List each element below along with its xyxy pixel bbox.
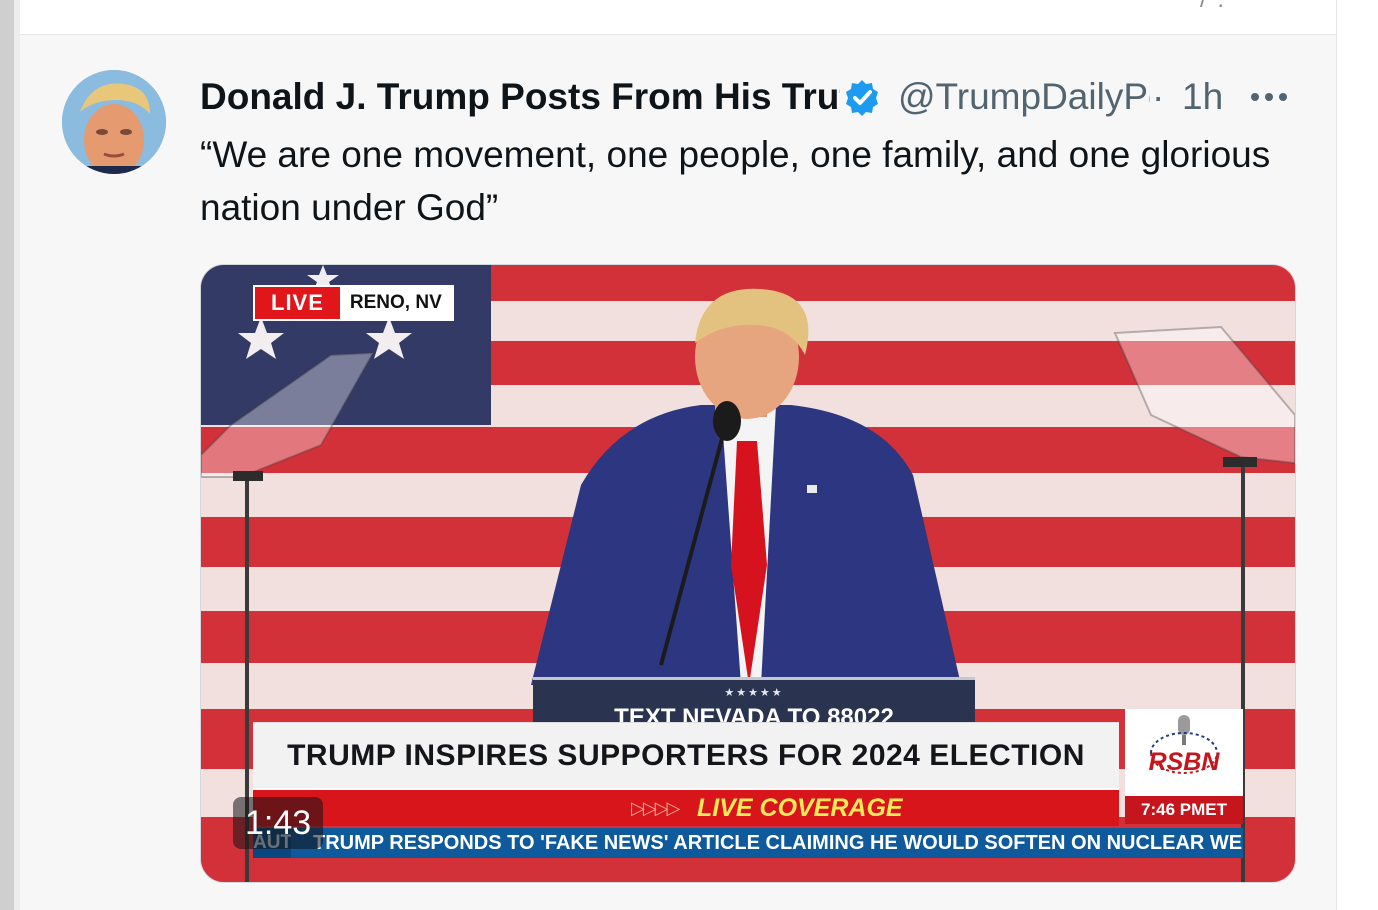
more-horizontal-icon[interactable] — [1246, 84, 1292, 110]
podium-stars: ★★★★★ — [724, 687, 784, 699]
verified-badge-icon[interactable] — [842, 78, 882, 118]
window-left-edge — [0, 0, 14, 910]
live-label: LIVE — [255, 287, 340, 319]
ticker-text: TRUMP RESPONDS TO 'FAKE NEWS' ARTICLE CL… — [313, 832, 1243, 854]
news-headline: TRUMP INSPIRES SUPPORTERS FOR 2024 ELECT… — [287, 739, 1085, 772]
news-ticker: AUT TRUMP RESPONDS TO 'FAKE NEWS' ARTICL… — [253, 828, 1243, 858]
author-display-name[interactable]: Donald J. Trump Posts From His Truth Soc… — [200, 74, 840, 120]
post-timestamp[interactable]: 1h — [1182, 74, 1223, 120]
previous-post-hint: / . — [1200, 0, 1226, 14]
author-avatar[interactable] — [62, 70, 166, 174]
network-name: RSBN — [1148, 748, 1220, 776]
meta-separator: · — [1152, 76, 1165, 117]
news-headline-bar: TRUMP INSPIRES SUPPORTERS FOR 2024 ELECT… — [253, 722, 1119, 789]
previous-post-card[interactable]: / . — [20, 0, 1336, 35]
post-text: “We are one movement, one people, one fa… — [200, 134, 1271, 228]
avatar-portrait-icon — [62, 70, 166, 174]
live-coverage-bar: ▷▷▷▷ LIVE COVERAGE — [253, 788, 1119, 826]
video-player[interactable]: LIVE RENO, NV ★★★★★ TEXT NEVADA TO 88022… — [200, 264, 1296, 883]
broadcast-time: 7:46 PMET — [1125, 796, 1243, 824]
video-duration-badge: 1:43 — [233, 797, 324, 849]
network-logo-box: RSBN 7:46 PMET — [1125, 709, 1243, 824]
live-coverage-label: LIVE COVERAGE — [697, 794, 903, 822]
post-header: Donald J. Trump Posts From His Truth Soc… — [200, 74, 1320, 120]
author-handle[interactable]: @TrumpDailyPosts — [898, 74, 1150, 120]
coverage-arrows-icon: ▷▷▷▷ — [631, 798, 680, 818]
location-label: RENO, NV — [339, 287, 452, 319]
window-right-edge — [1336, 0, 1378, 910]
live-location-chip: LIVE RENO, NV — [253, 285, 454, 321]
